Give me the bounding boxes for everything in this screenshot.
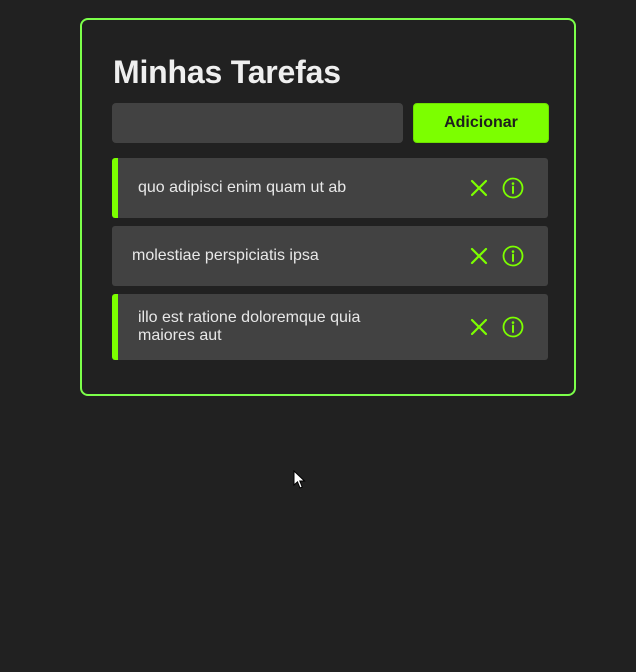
task-actions: [468, 226, 524, 286]
task-actions: [468, 294, 524, 360]
close-icon[interactable]: [468, 177, 490, 199]
new-task-input[interactable]: [112, 103, 403, 143]
task-label: illo est ratione doloremque quia maiores…: [138, 309, 361, 344]
todo-card: Minhas Tarefas Adicionar quo adipisci en…: [80, 18, 576, 396]
task-label: molestiae perspiciatis ipsa: [132, 247, 319, 264]
task-item[interactable]: quo adipisci enim quam ut ab: [112, 158, 548, 218]
page-title: Minhas Tarefas: [113, 54, 341, 90]
task-item[interactable]: molestiae perspiciatis ipsa: [112, 226, 548, 286]
add-task-button[interactable]: Adicionar: [413, 103, 549, 143]
mouse-pointer-icon: [293, 469, 307, 495]
info-icon[interactable]: [502, 316, 524, 338]
info-icon[interactable]: [502, 245, 524, 267]
close-icon[interactable]: [468, 316, 490, 338]
info-icon[interactable]: [502, 177, 524, 199]
task-item[interactable]: illo est ratione doloremque quia maiores…: [112, 294, 548, 360]
task-actions: [468, 158, 524, 218]
task-label: quo adipisci enim quam ut ab: [138, 179, 347, 196]
close-icon[interactable]: [468, 245, 490, 267]
